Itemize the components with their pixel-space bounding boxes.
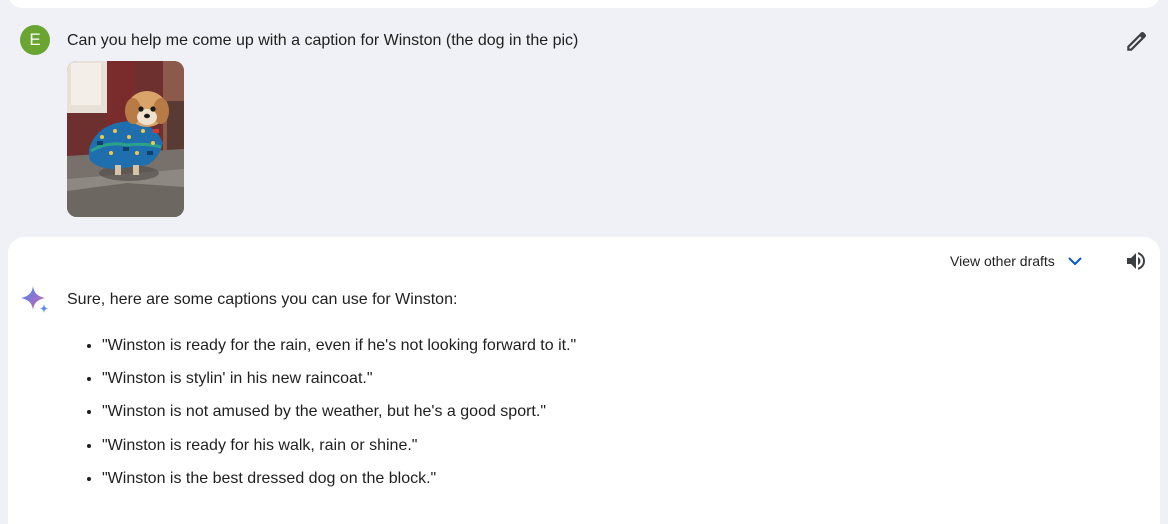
caption-item: "Winston is ready for the rain, even if … bbox=[102, 336, 576, 356]
sparkle-icon bbox=[19, 284, 51, 316]
chevron-down-icon bbox=[1068, 257, 1082, 265]
speaker-icon bbox=[1127, 252, 1145, 270]
caption-item: "Winston is stylin' in his new raincoat.… bbox=[102, 369, 576, 389]
view-other-drafts-label: View other drafts bbox=[950, 253, 1055, 269]
response-intro-text: Sure, here are some captions you can use… bbox=[67, 291, 458, 308]
caption-item: "Winston is the best dressed dog on the … bbox=[102, 469, 576, 489]
caption-item: "Winston is not amused by the weather, b… bbox=[102, 402, 576, 422]
listen-button[interactable] bbox=[1124, 249, 1148, 273]
caption-list: "Winston is ready for the rain, even if … bbox=[83, 336, 576, 502]
edit-prompt-button[interactable] bbox=[1124, 28, 1150, 54]
previous-response-card bbox=[8, 0, 1160, 8]
view-other-drafts-button[interactable]: View other drafts bbox=[950, 250, 1083, 272]
caption-item: "Winston is ready for his walk, rain or … bbox=[102, 436, 576, 456]
user-avatar[interactable]: E bbox=[20, 25, 50, 55]
pencil-icon bbox=[1127, 32, 1146, 51]
uploaded-dog-photo[interactable] bbox=[67, 61, 184, 217]
user-prompt-text: Can you help me come up with a caption f… bbox=[67, 32, 579, 49]
